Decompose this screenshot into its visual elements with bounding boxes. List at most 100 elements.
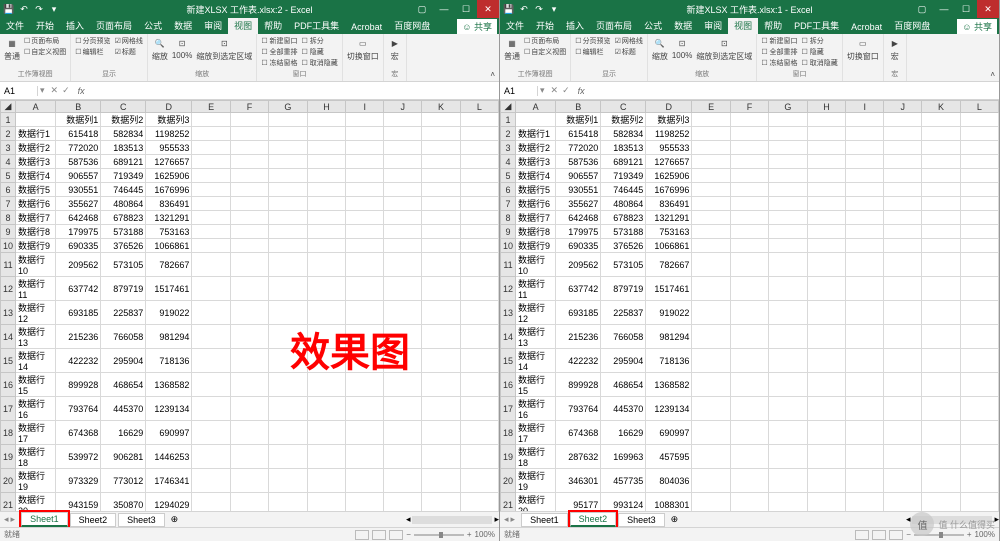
- cell[interactable]: [384, 169, 422, 183]
- minimize-icon[interactable]: —: [433, 0, 455, 18]
- show-opt[interactable]: 网格线: [615, 36, 643, 46]
- cell[interactable]: [692, 141, 730, 155]
- macros-button[interactable]: ▶宏: [888, 36, 902, 62]
- cell[interactable]: [960, 239, 998, 253]
- cell[interactable]: [422, 141, 460, 155]
- page-break-view-icon[interactable]: [389, 530, 403, 540]
- cell[interactable]: 930551: [556, 183, 601, 197]
- cell[interactable]: [884, 469, 922, 493]
- cell[interactable]: [269, 445, 308, 469]
- col-header-K[interactable]: K: [422, 101, 460, 113]
- row-header[interactable]: 1: [501, 113, 516, 127]
- cell[interactable]: [192, 127, 230, 141]
- show-opt[interactable]: 分页预览: [75, 36, 110, 46]
- tab-页面布局[interactable]: 页面布局: [90, 17, 138, 34]
- cell[interactable]: 1321291: [646, 211, 692, 225]
- sheet-tab-Sheet1[interactable]: Sheet1: [521, 513, 568, 527]
- cell[interactable]: 数据行18: [516, 445, 556, 469]
- row-header[interactable]: 14: [1, 325, 16, 349]
- row-header[interactable]: 13: [501, 301, 516, 325]
- cell[interactable]: [884, 301, 922, 325]
- cell[interactable]: [422, 225, 460, 239]
- cell[interactable]: 746445: [601, 183, 646, 197]
- tab-百度网盘[interactable]: 百度网盘: [888, 17, 936, 34]
- cell[interactable]: [230, 183, 268, 197]
- tab-开始[interactable]: 开始: [30, 17, 60, 34]
- cell[interactable]: [460, 469, 498, 493]
- cell[interactable]: 225837: [101, 301, 146, 325]
- redo-icon[interactable]: ↷: [33, 3, 45, 15]
- cell[interactable]: [269, 155, 308, 169]
- cell[interactable]: [960, 211, 998, 225]
- cell[interactable]: 919022: [646, 301, 692, 325]
- cell[interactable]: [922, 141, 960, 155]
- new-sheet-icon[interactable]: ⊕: [665, 514, 685, 525]
- cell[interactable]: 766058: [601, 325, 646, 349]
- col-header-L[interactable]: L: [960, 101, 998, 113]
- view-opt[interactable]: 自定义视图: [524, 47, 566, 57]
- cell[interactable]: [307, 445, 346, 469]
- cell[interactable]: 数据行5: [516, 183, 556, 197]
- cell[interactable]: [346, 225, 384, 239]
- cell[interactable]: [460, 253, 498, 277]
- cell[interactable]: 993124: [601, 493, 646, 512]
- cell[interactable]: [307, 211, 346, 225]
- cell[interactable]: [922, 493, 960, 512]
- cell[interactable]: [769, 225, 808, 239]
- cell[interactable]: 582834: [601, 127, 646, 141]
- row-header[interactable]: 6: [501, 183, 516, 197]
- cell[interactable]: [846, 197, 884, 211]
- zoom-slider[interactable]: [414, 534, 464, 536]
- cell[interactable]: 346301: [556, 469, 601, 493]
- cell[interactable]: 数据行12: [16, 301, 56, 325]
- cell[interactable]: 1676996: [146, 183, 192, 197]
- window-opt[interactable]: ☐ 取消隐藏: [302, 58, 338, 68]
- cell[interactable]: 1276657: [146, 155, 192, 169]
- col-header-A[interactable]: A: [516, 101, 556, 113]
- row-header[interactable]: 16: [1, 373, 16, 397]
- row-header[interactable]: 19: [501, 445, 516, 469]
- cell[interactable]: 数据行10: [16, 253, 56, 277]
- cell[interactable]: 422232: [556, 349, 601, 373]
- cell[interactable]: [307, 183, 346, 197]
- cell[interactable]: 1239134: [146, 397, 192, 421]
- cell[interactable]: [346, 349, 384, 373]
- cell[interactable]: [230, 301, 268, 325]
- cell[interactable]: 179975: [56, 225, 101, 239]
- zoom-button[interactable]: 🔍缩放: [652, 36, 668, 62]
- cell[interactable]: [422, 397, 460, 421]
- cell[interactable]: [692, 127, 730, 141]
- cell[interactable]: [846, 239, 884, 253]
- show-opt[interactable]: 编辑栏: [575, 47, 610, 57]
- cell[interactable]: [807, 301, 846, 325]
- cell[interactable]: [960, 155, 998, 169]
- cell[interactable]: 183513: [601, 141, 646, 155]
- cell[interactable]: 766058: [101, 325, 146, 349]
- cell[interactable]: [192, 197, 230, 211]
- cell[interactable]: [384, 349, 422, 373]
- cell[interactable]: 782667: [646, 253, 692, 277]
- cell[interactable]: [384, 277, 422, 301]
- cell[interactable]: [384, 127, 422, 141]
- cell[interactable]: [769, 127, 808, 141]
- cell[interactable]: [846, 421, 884, 445]
- cell[interactable]: 899928: [556, 373, 601, 397]
- page-break-view-icon[interactable]: [889, 530, 903, 540]
- name-box[interactable]: A1: [0, 86, 38, 96]
- cell[interactable]: [269, 277, 308, 301]
- cell[interactable]: 973329: [56, 469, 101, 493]
- cell[interactable]: [422, 155, 460, 169]
- col-header-L[interactable]: L: [460, 101, 498, 113]
- show-opt[interactable]: 网格线: [115, 36, 143, 46]
- row-header[interactable]: 19: [1, 445, 16, 469]
- cell[interactable]: [192, 113, 230, 127]
- cell[interactable]: 1625906: [646, 169, 692, 183]
- tab-帮助[interactable]: 帮助: [758, 17, 788, 34]
- row-header[interactable]: 9: [1, 225, 16, 239]
- cell[interactable]: [460, 397, 498, 421]
- row-header[interactable]: 12: [1, 277, 16, 301]
- tab-数据[interactable]: 数据: [168, 17, 198, 34]
- cell[interactable]: [960, 253, 998, 277]
- cell[interactable]: [846, 445, 884, 469]
- cell[interactable]: 773012: [101, 469, 146, 493]
